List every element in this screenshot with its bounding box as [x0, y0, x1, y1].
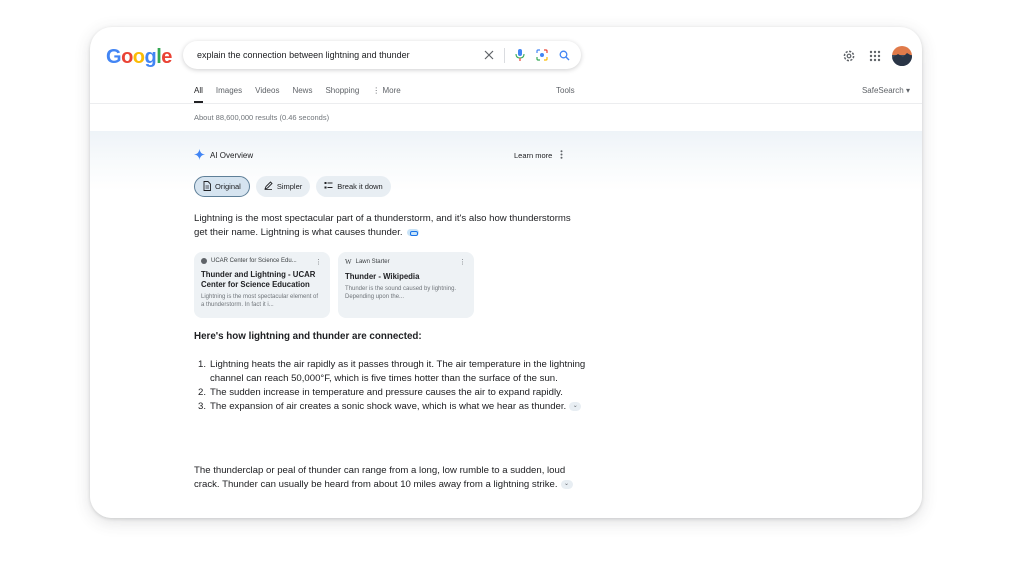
- card-site-name: Lawn Starter: [355, 259, 390, 265]
- ai-mode-chips: Original Simpler Break it down: [194, 176, 391, 197]
- clear-icon[interactable]: [478, 41, 500, 69]
- source-card[interactable]: W Lawn Starter ⋮ Thunder - Wikipedia Thu…: [338, 252, 474, 318]
- steps-list: 1. Lightning heats the air rapidly as it…: [194, 358, 594, 414]
- tab-all[interactable]: All: [194, 86, 203, 103]
- step-text: The sudden increase in temperature and p…: [210, 387, 563, 398]
- lens-icon[interactable]: [531, 41, 553, 69]
- tab-shopping[interactable]: Shopping: [325, 86, 359, 103]
- step-number: 2.: [197, 387, 206, 398]
- logo-letter: G: [106, 46, 122, 68]
- wikipedia-icon: W: [345, 258, 352, 266]
- link-icon[interactable]: [407, 228, 420, 236]
- ai-intro-text: Lightning is the most spectacular part o…: [194, 213, 571, 238]
- more-vert-icon[interactable]: ⋮: [315, 258, 322, 266]
- search-box[interactable]: explain the connection between lightning…: [183, 41, 581, 69]
- google-logo[interactable]: Google: [106, 46, 172, 69]
- header-actions: [840, 46, 912, 66]
- list-item: 3. The expansion of air creates a sonic …: [194, 400, 594, 414]
- card-title[interactable]: Thunder - Wikipedia: [345, 272, 467, 282]
- settings-icon[interactable]: [840, 47, 858, 65]
- ai-overview-title: AI Overview: [210, 151, 254, 160]
- chevron-down-icon[interactable]: ⌄: [569, 401, 582, 411]
- card-source: UCAR Center for Science Edu...: [201, 258, 323, 264]
- learn-more-label: Learn more: [514, 151, 553, 160]
- logo-letter: e: [161, 46, 172, 68]
- card-source: W Lawn Starter: [345, 258, 467, 266]
- chip-simpler[interactable]: Simpler: [255, 176, 311, 197]
- microphone-icon[interactable]: [509, 41, 531, 69]
- learn-more-link[interactable]: Learn more: [514, 150, 563, 161]
- apps-grid-icon[interactable]: [866, 47, 884, 65]
- search-icon[interactable]: [553, 41, 575, 69]
- tabs-divider: [90, 103, 922, 104]
- closing-paragraph: The thunderclap or peal of thunder can r…: [194, 464, 590, 492]
- step-number: 3.: [197, 401, 206, 412]
- search-input[interactable]: explain the connection between lightning…: [197, 50, 478, 60]
- ai-subheading: Here's how lightning and thunder are con…: [194, 331, 422, 342]
- step-text-wrap: The expansion of air creates a sonic sho…: [210, 400, 594, 414]
- list-icon: [324, 181, 333, 192]
- step-text: The expansion of air creates a sonic sho…: [210, 401, 567, 412]
- tab-more[interactable]: ⋮ More: [372, 86, 400, 103]
- sparkle-icon: [194, 149, 205, 162]
- logo-letter: o: [121, 46, 133, 68]
- ai-overview-header: AI Overview: [194, 149, 253, 162]
- card-snippet: Thunder is the sound caused by lightning…: [345, 286, 457, 300]
- browser-frame: Google explain the connection between li…: [90, 27, 922, 518]
- site-favicon-icon: [201, 258, 207, 264]
- card-site-name: UCAR Center for Science Edu...: [211, 258, 297, 264]
- list-item: 2. The sudden increase in temperature an…: [194, 386, 594, 400]
- step-text: Lightning heats the air rapidly as it pa…: [210, 359, 586, 384]
- chip-original-label: Original: [215, 182, 241, 191]
- ai-intro-paragraph: Lightning is the most spectacular part o…: [194, 212, 586, 240]
- search-divider: [504, 47, 505, 63]
- chip-original[interactable]: Original: [194, 176, 250, 197]
- source-cards: UCAR Center for Science Edu... ⋮ Thunder…: [194, 252, 474, 318]
- chip-break-it-down[interactable]: Break it down: [316, 176, 391, 197]
- logo-letter: g: [144, 46, 157, 68]
- more-vert-icon[interactable]: ⋮: [459, 258, 466, 266]
- chip-simpler-label: Simpler: [276, 182, 303, 191]
- chevron-down-icon[interactable]: ⌄: [560, 479, 573, 489]
- step-number: 1.: [197, 359, 206, 370]
- card-snippet: Lightning is the most spectacular elemen…: [201, 294, 319, 308]
- document-icon: [203, 180, 211, 193]
- more-vert-icon[interactable]: [560, 150, 563, 161]
- result-stats: About 88,600,000 results (0.46 seconds): [194, 113, 330, 122]
- search-tabs: All Images Videos News Shopping ⋮ More: [194, 86, 401, 103]
- list-item: 1. Lightning heats the air rapidly as it…: [194, 358, 594, 386]
- tools-button[interactable]: Tools: [556, 86, 575, 95]
- pen-icon: [264, 181, 273, 192]
- closing-text: The thunderclap or peal of thunder can r…: [194, 465, 566, 490]
- card-title[interactable]: Thunder and Lightning - UCAR Center for …: [201, 270, 323, 290]
- logo-letter: o: [132, 46, 145, 68]
- tab-news[interactable]: News: [292, 86, 312, 103]
- chip-break-it-down-label: Break it down: [337, 182, 383, 191]
- tab-images[interactable]: Images: [216, 86, 242, 103]
- avatar[interactable]: [892, 46, 912, 66]
- source-card[interactable]: UCAR Center for Science Edu... ⋮ Thunder…: [194, 252, 330, 318]
- tab-videos[interactable]: Videos: [255, 86, 279, 103]
- safesearch-button[interactable]: SafeSearch ▾: [862, 86, 910, 95]
